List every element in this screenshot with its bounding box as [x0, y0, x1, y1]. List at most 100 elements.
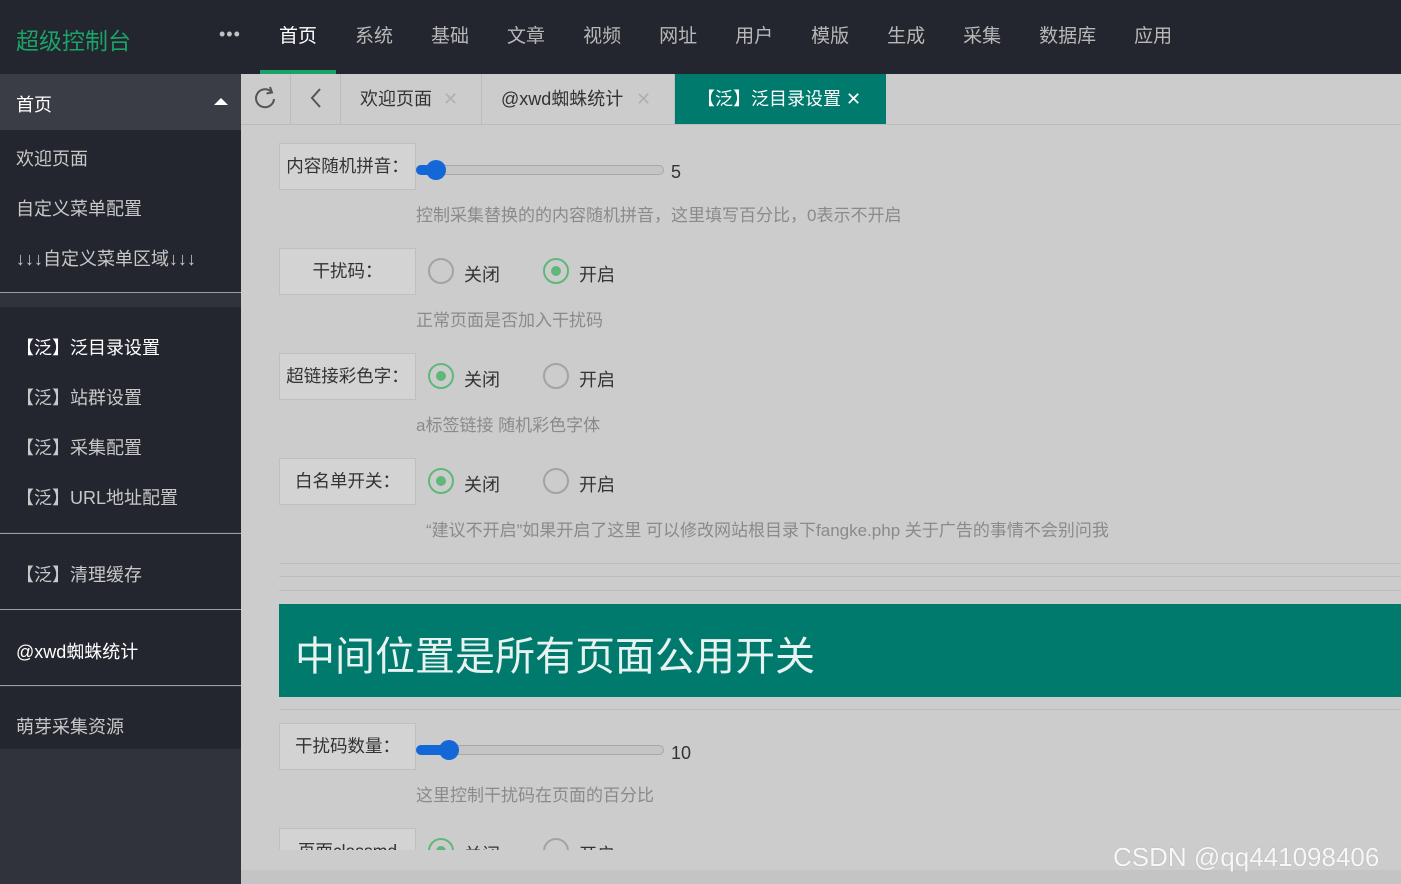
- nav-item-collect[interactable]: 采集: [944, 0, 1020, 74]
- app-logo-title[interactable]: 超级控制台: [16, 22, 131, 56]
- slider-track: [416, 165, 664, 175]
- watermark: CSDN @qq441098406: [1113, 842, 1380, 872]
- nav-item-system[interactable]: 系统: [336, 0, 412, 74]
- whitelist-label: 白名单开关：: [279, 458, 416, 505]
- nav-item-article[interactable]: 文章: [488, 0, 564, 74]
- radio-label: 关闭: [464, 475, 500, 495]
- sidebar-item-url-config[interactable]: 【泛】URL地址配置: [16, 484, 178, 510]
- refresh-button[interactable]: [241, 74, 291, 124]
- nav-item-generate[interactable]: 生成: [868, 0, 944, 74]
- nav-item-database[interactable]: 数据库: [1020, 0, 1115, 74]
- nav-item-apps[interactable]: 应用: [1115, 0, 1191, 74]
- sidebar-group-3: 【泛】清理缓存: [0, 534, 241, 609]
- slider-knob[interactable]: [438, 740, 459, 760]
- back-button[interactable]: [291, 74, 341, 124]
- radio-label: 开启: [579, 475, 615, 495]
- interference-label: 干扰码：: [279, 248, 416, 295]
- colorlink-label: 超链接彩色字：: [279, 353, 416, 400]
- chevron-left-icon: [310, 88, 321, 108]
- close-icon[interactable]: ✕: [846, 74, 861, 124]
- sidebar-header[interactable]: 首页: [0, 74, 241, 130]
- interference-count-slider[interactable]: [416, 740, 664, 760]
- radio-circle: [428, 363, 454, 389]
- tab-bar: 欢迎页面 ✕ @xwd蜘蛛统计 ✕ 【泛】泛目录设置 ✕: [241, 74, 1401, 125]
- interference-count-hint: 这里控制干扰码在页面的百分比: [416, 786, 654, 805]
- sidebar-item-mengya[interactable]: 萌芽采集资源: [16, 713, 124, 739]
- radio-label: 关闭: [464, 370, 500, 390]
- tab-spider-stats[interactable]: @xwd蜘蛛统计 ✕: [482, 74, 675, 124]
- radio-label: 关闭: [464, 841, 500, 850]
- sidebar-item-custom-menu[interactable]: 自定义菜单配置: [16, 195, 142, 221]
- caret-up-icon: [214, 98, 228, 105]
- colorlink-on-radio[interactable]: 开启: [543, 360, 633, 390]
- radio-circle: [543, 363, 569, 389]
- sidebar-item-fan-dir[interactable]: 【泛】泛目录设置: [16, 334, 160, 360]
- sidebar-group-1: 欢迎页面 自定义菜单配置 ↓↓↓自定义菜单区域↓↓↓: [0, 130, 241, 292]
- nav-item-user[interactable]: 用户: [716, 0, 792, 74]
- interference-count-value: 10: [671, 743, 692, 763]
- whitelist-off-radio[interactable]: 关闭: [428, 465, 518, 495]
- sidebar-item-spider-stats[interactable]: @xwd蜘蛛统计: [16, 638, 138, 664]
- close-icon[interactable]: ✕: [636, 74, 651, 124]
- sidebar-group-4: @xwd蜘蛛统计: [0, 610, 241, 685]
- classmd-on-radio[interactable]: 开启: [543, 835, 633, 850]
- radio-circle: [543, 838, 569, 850]
- sidebar-item-clear-cache[interactable]: 【泛】清理缓存: [16, 561, 142, 587]
- sidebar-divider: [0, 292, 241, 293]
- sidebar-item-site-group[interactable]: 【泛】站群设置: [16, 384, 142, 410]
- divider: [279, 563, 1401, 564]
- nav-item-basic[interactable]: 基础: [412, 0, 488, 74]
- more-icon[interactable]: •••: [219, 24, 241, 45]
- radio-circle: [543, 258, 569, 284]
- classmd-off-radio[interactable]: 关闭: [428, 835, 518, 850]
- settings-form: 内容随机拼音： 5 控制采集替换的的内容随机拼音，这里填写百分比，0表示不开启 …: [241, 125, 1401, 850]
- sidebar-item-collect-config[interactable]: 【泛】采集配置: [16, 434, 142, 460]
- slider-knob[interactable]: [426, 160, 447, 180]
- nav-item-template[interactable]: 模版: [792, 0, 868, 74]
- interference-on-radio[interactable]: 开启: [543, 255, 633, 285]
- tab-label: @xwd蜘蛛统计: [501, 89, 624, 109]
- tab-welcome[interactable]: 欢迎页面 ✕: [341, 74, 482, 124]
- whitelist-hint: “建议不开启”如果开启了这里 可以修改网站根目录下fangke.php 关于广告…: [426, 521, 1109, 540]
- sidebar-header-label: 首页: [16, 95, 52, 115]
- pinyin-label: 内容随机拼音：: [279, 143, 416, 190]
- sidebar-divider: [0, 685, 241, 686]
- interference-hint: 正常页面是否加入干扰码: [416, 311, 603, 330]
- colorlink-off-radio[interactable]: 关闭: [428, 360, 518, 390]
- radio-label: 开启: [579, 370, 615, 390]
- radio-label: 开启: [579, 265, 615, 285]
- sidebar-group-5: 萌芽采集资源: [0, 687, 241, 749]
- tab-label: 【泛】泛目录设置: [697, 89, 841, 109]
- section-title: 中间位置是所有页面公用开关: [295, 635, 815, 679]
- sidebar-item-custom-area[interactable]: ↓↓↓自定义菜单区域↓↓↓: [16, 245, 196, 271]
- radio-circle: [428, 258, 454, 284]
- pinyin-hint: 控制采集替换的的内容随机拼音，这里填写百分比，0表示不开启: [416, 206, 902, 225]
- top-navbar: 超级控制台 ••• 首页 系统 基础 文章 视频 网址 用户 模版 生成 采集 …: [0, 0, 1401, 74]
- radio-label: 开启: [579, 841, 615, 850]
- refresh-icon: [255, 86, 275, 109]
- whitelist-on-radio[interactable]: 开启: [543, 465, 633, 495]
- radio-circle: [428, 838, 454, 850]
- radio-circle: [543, 468, 569, 494]
- interference-count-label: 干扰码数量：: [279, 723, 416, 770]
- colorlink-hint: a标签链接 随机彩色字体: [416, 416, 601, 435]
- divider: [279, 576, 1401, 577]
- sidebar-item-welcome[interactable]: 欢迎页面: [16, 145, 88, 171]
- divider: [279, 590, 1401, 591]
- close-icon[interactable]: ✕: [443, 74, 458, 124]
- nav-item-home[interactable]: 首页: [260, 0, 337, 74]
- nav-item-url[interactable]: 网址: [640, 0, 716, 74]
- classmd-label: 页面classmd: [279, 828, 416, 850]
- interference-off-radio[interactable]: 关闭: [428, 255, 518, 285]
- sidebar-group-2: 【泛】泛目录设置 【泛】站群设置 【泛】采集配置 【泛】URL地址配置: [0, 307, 241, 532]
- radio-circle: [428, 468, 454, 494]
- pinyin-value: 5: [671, 162, 682, 182]
- sidebar: 首页 欢迎页面 自定义菜单配置 ↓↓↓自定义菜单区域↓↓↓ 【泛】泛目录设置 【…: [0, 74, 241, 884]
- divider: [279, 709, 1401, 710]
- nav-item-video[interactable]: 视频: [564, 0, 640, 74]
- pinyin-slider[interactable]: [416, 160, 664, 180]
- tab-fan-dir[interactable]: 【泛】泛目录设置 ✕: [675, 74, 886, 124]
- section-banner: 中间位置是所有页面公用开关: [279, 604, 1401, 697]
- main-nav: 首页 系统 基础 文章 视频 网址 用户 模版 生成 采集 数据库 应用: [260, 0, 1191, 74]
- tab-label: 欢迎页面: [360, 89, 432, 109]
